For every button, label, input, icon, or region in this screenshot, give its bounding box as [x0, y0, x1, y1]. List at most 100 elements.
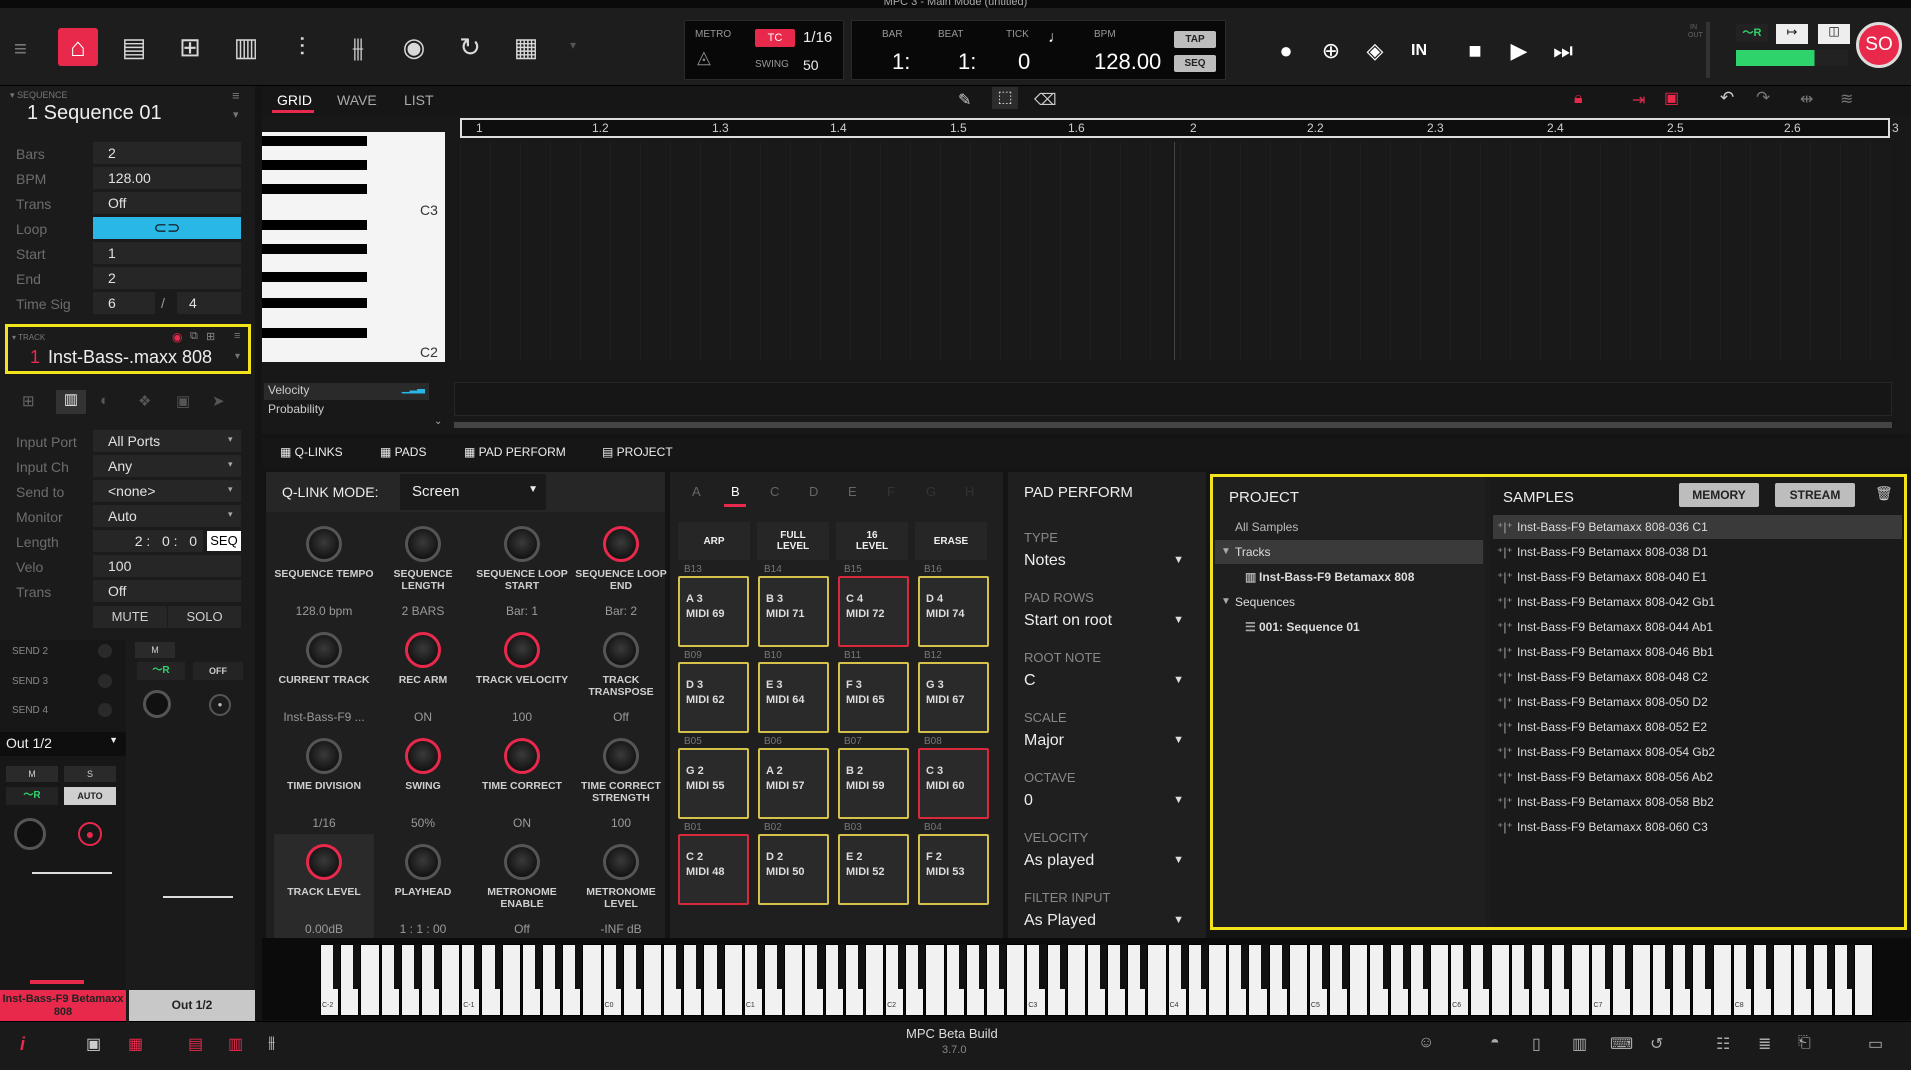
qlink-cell[interactable]: TRACK VELOCITY 100	[472, 622, 572, 726]
sample-item[interactable]: ⁺|⁺ Inst-Bass-F9 Betamaxx 808-040 E1	[1493, 565, 1902, 589]
input-port-select[interactable]: All Ports	[93, 430, 241, 452]
pad[interactable]: E 2 MIDI 52	[838, 834, 909, 905]
single-view-icon[interactable]: ▣	[86, 1034, 101, 1054]
tab-qlinks[interactable]: ▦ Q-LINKS	[280, 445, 343, 459]
bar-value[interactable]: 1:	[892, 49, 910, 75]
strip1-fader[interactable]	[32, 872, 112, 874]
send3-knob[interactable]	[98, 674, 112, 688]
tab-project[interactable]: ▤ PROJECT	[602, 445, 673, 459]
pad-bank-e[interactable]: E	[848, 484, 857, 499]
cv-icon[interactable]: ➤	[212, 392, 225, 410]
piano-view-icon[interactable]: ▥	[56, 390, 86, 414]
tap-button[interactable]: TAP	[1174, 31, 1216, 48]
sample-item[interactable]: ⁺|⁺ Inst-Bass-F9 Betamaxx 808-052 E2	[1493, 715, 1902, 739]
pad-bank-c[interactable]: C	[770, 484, 779, 499]
user-avatar[interactable]: SO	[1856, 22, 1902, 68]
strip1-read-toggle[interactable]: 〜R	[6, 787, 58, 805]
note-grid[interactable]	[460, 142, 1892, 360]
output-select[interactable]: Out 1/2 ▼	[0, 732, 126, 756]
qlink-knob[interactable]	[504, 526, 540, 562]
auto-read-toggle[interactable]: 〜R	[1736, 24, 1768, 42]
sample-item[interactable]: ⁺|⁺ Inst-Bass-F9 Betamaxx 808-058 Bb2	[1493, 790, 1902, 814]
loop-icon[interactable]: ↻	[450, 28, 490, 66]
white-key[interactable]	[1066, 944, 1086, 1016]
qlink-knob[interactable]	[504, 738, 540, 774]
white-key[interactable]	[1349, 944, 1369, 1016]
qlink-knob[interactable]	[306, 738, 342, 774]
pad[interactable]: C 3 MIDI 60	[918, 748, 989, 819]
sample-item[interactable]: ⁺|⁺ Inst-Bass-F9 Betamaxx 808-060 C3	[1493, 815, 1902, 839]
rec-arm-icon[interactable]: ◉	[172, 330, 182, 344]
velocity-select[interactable]: As played ▼	[1024, 852, 1184, 870]
send-to-dropdown-icon[interactable]: ▾	[228, 484, 233, 495]
sample-item[interactable]: ⁺|⁺ Inst-Bass-F9 Betamaxx 808-044 Ab1	[1493, 615, 1902, 639]
qlink-cell[interactable]: SEQUENCE LOOP START Bar: 1	[472, 516, 572, 620]
pad-bank-d[interactable]: D	[809, 484, 818, 499]
white-key[interactable]	[1430, 944, 1450, 1016]
strip2-name[interactable]: Out 1/2	[129, 990, 255, 1021]
monitor-dropdown-icon[interactable]: ▾	[228, 509, 233, 520]
history-icon[interactable]: ↺	[1650, 1034, 1663, 1054]
browse-icon[interactable]: ▥	[1572, 1034, 1587, 1054]
length-seq-button[interactable]: SEQ	[207, 531, 241, 551]
white-key[interactable]	[1006, 944, 1026, 1016]
sample-item[interactable]: ⁺|⁺ Inst-Bass-F9 Betamaxx 808-036 C1	[1493, 515, 1902, 539]
end-value[interactable]: 2	[93, 267, 241, 289]
qlink-mode-select[interactable]: Screen ▼	[400, 474, 546, 510]
qlink-knob[interactable]	[405, 632, 441, 668]
pad-bank-g[interactable]: G	[926, 484, 936, 499]
track-tree-item[interactable]: ▥ Inst-Bass-F9 Betamaxx 808	[1215, 565, 1483, 589]
sample-item[interactable]: ⁺|⁺ Inst-Bass-F9 Betamaxx 808-048 C2	[1493, 665, 1902, 689]
pad[interactable]: E 3 MIDI 64	[758, 662, 829, 733]
qlink-cell[interactable]: TIME CORRECT ON	[472, 728, 572, 832]
white-key[interactable]	[501, 944, 521, 1016]
white-key[interactable]	[925, 944, 945, 1016]
keyboard-icon[interactable]: ⌨︎	[1610, 1034, 1633, 1054]
bpm-value[interactable]: 128.00	[1094, 49, 1161, 75]
qlink-cell[interactable]: METRONOME ENABLE Off	[472, 834, 572, 938]
filter-input-select[interactable]: As Played ▼	[1024, 912, 1184, 930]
white-key[interactable]	[360, 944, 380, 1016]
browser-icon[interactable]: ▦	[506, 28, 546, 66]
timesig-denominator[interactable]: 4	[177, 292, 241, 314]
smiley-icon[interactable]: ☺	[1418, 1034, 1434, 1052]
white-key[interactable]	[1712, 944, 1732, 1016]
qlink-knob[interactable]	[405, 738, 441, 774]
pad[interactable]: G 3 MIDI 67	[918, 662, 989, 733]
select-icon[interactable]: ⬚	[992, 87, 1018, 109]
monitor-select[interactable]: Auto	[93, 505, 241, 527]
strip2-read-toggle[interactable]: 〜R	[137, 662, 185, 680]
timeline-ruler[interactable]: 1 1.2 1.3 1.4 1.5 1.6 2 2.2 2.3 2.4 2.5 …	[460, 118, 1899, 138]
tc-value[interactable]: 1/16	[803, 29, 832, 46]
qlink-cell[interactable]: TRACK LEVEL 0.00dB	[274, 834, 374, 938]
pad[interactable]: B 2 MIDI 59	[838, 748, 909, 819]
automation-icon[interactable]: ◈	[1360, 36, 1390, 66]
midi-icon[interactable]: ▣	[176, 392, 190, 410]
white-key[interactable]	[1208, 944, 1228, 1016]
all-samples-item[interactable]: All Samples	[1215, 515, 1483, 539]
pads-view-icon[interactable]: ▦	[128, 1034, 143, 1054]
mixer-bars-icon[interactable]: ⫶	[282, 28, 322, 66]
export-icon[interactable]: ↦	[1776, 24, 1808, 44]
mic-icon[interactable]: ◓	[1490, 1034, 1500, 1052]
sample-item[interactable]: ⁺|⁺ Inst-Bass-F9 Betamaxx 808-038 D1	[1493, 540, 1902, 564]
strip1-solo-button[interactable]: S	[64, 766, 116, 782]
stop-icon[interactable]: ■	[1460, 36, 1490, 66]
piano-roll-keys[interactable]: C3 C2	[262, 132, 445, 362]
velocity-lane[interactable]	[454, 382, 1892, 416]
qlink-knob[interactable]	[603, 844, 639, 880]
strip2-fader[interactable]	[163, 896, 233, 898]
white-key[interactable]	[1490, 944, 1510, 1016]
qlink-cell[interactable]: TIME CORRECT STRENGTH 100	[571, 728, 671, 832]
follow-icon[interactable]: ⇥	[1632, 90, 1645, 110]
drum-icon[interactable]: ◐	[100, 392, 109, 409]
pad[interactable]: B 3 MIDI 71	[758, 576, 829, 647]
pad-mode-button[interactable]: FULL LEVEL	[757, 522, 829, 560]
qlink-cell[interactable]: TRACK TRANSPOSE Off	[571, 622, 671, 726]
pad-mode-button[interactable]: 16 LEVEL	[836, 522, 908, 560]
qlink-knob[interactable]	[504, 844, 540, 880]
tc-button[interactable]: TC	[755, 29, 795, 47]
qlink-cell[interactable]: SEQUENCE TEMPO 128.0 bpm	[274, 516, 374, 620]
virtual-keyboard[interactable]: C-2 C-1 C0 C1 C2 C3 C4 C5 C6 C7 C8	[262, 938, 1911, 1020]
sequence-dropdown-icon[interactable]: ▾	[233, 108, 239, 121]
